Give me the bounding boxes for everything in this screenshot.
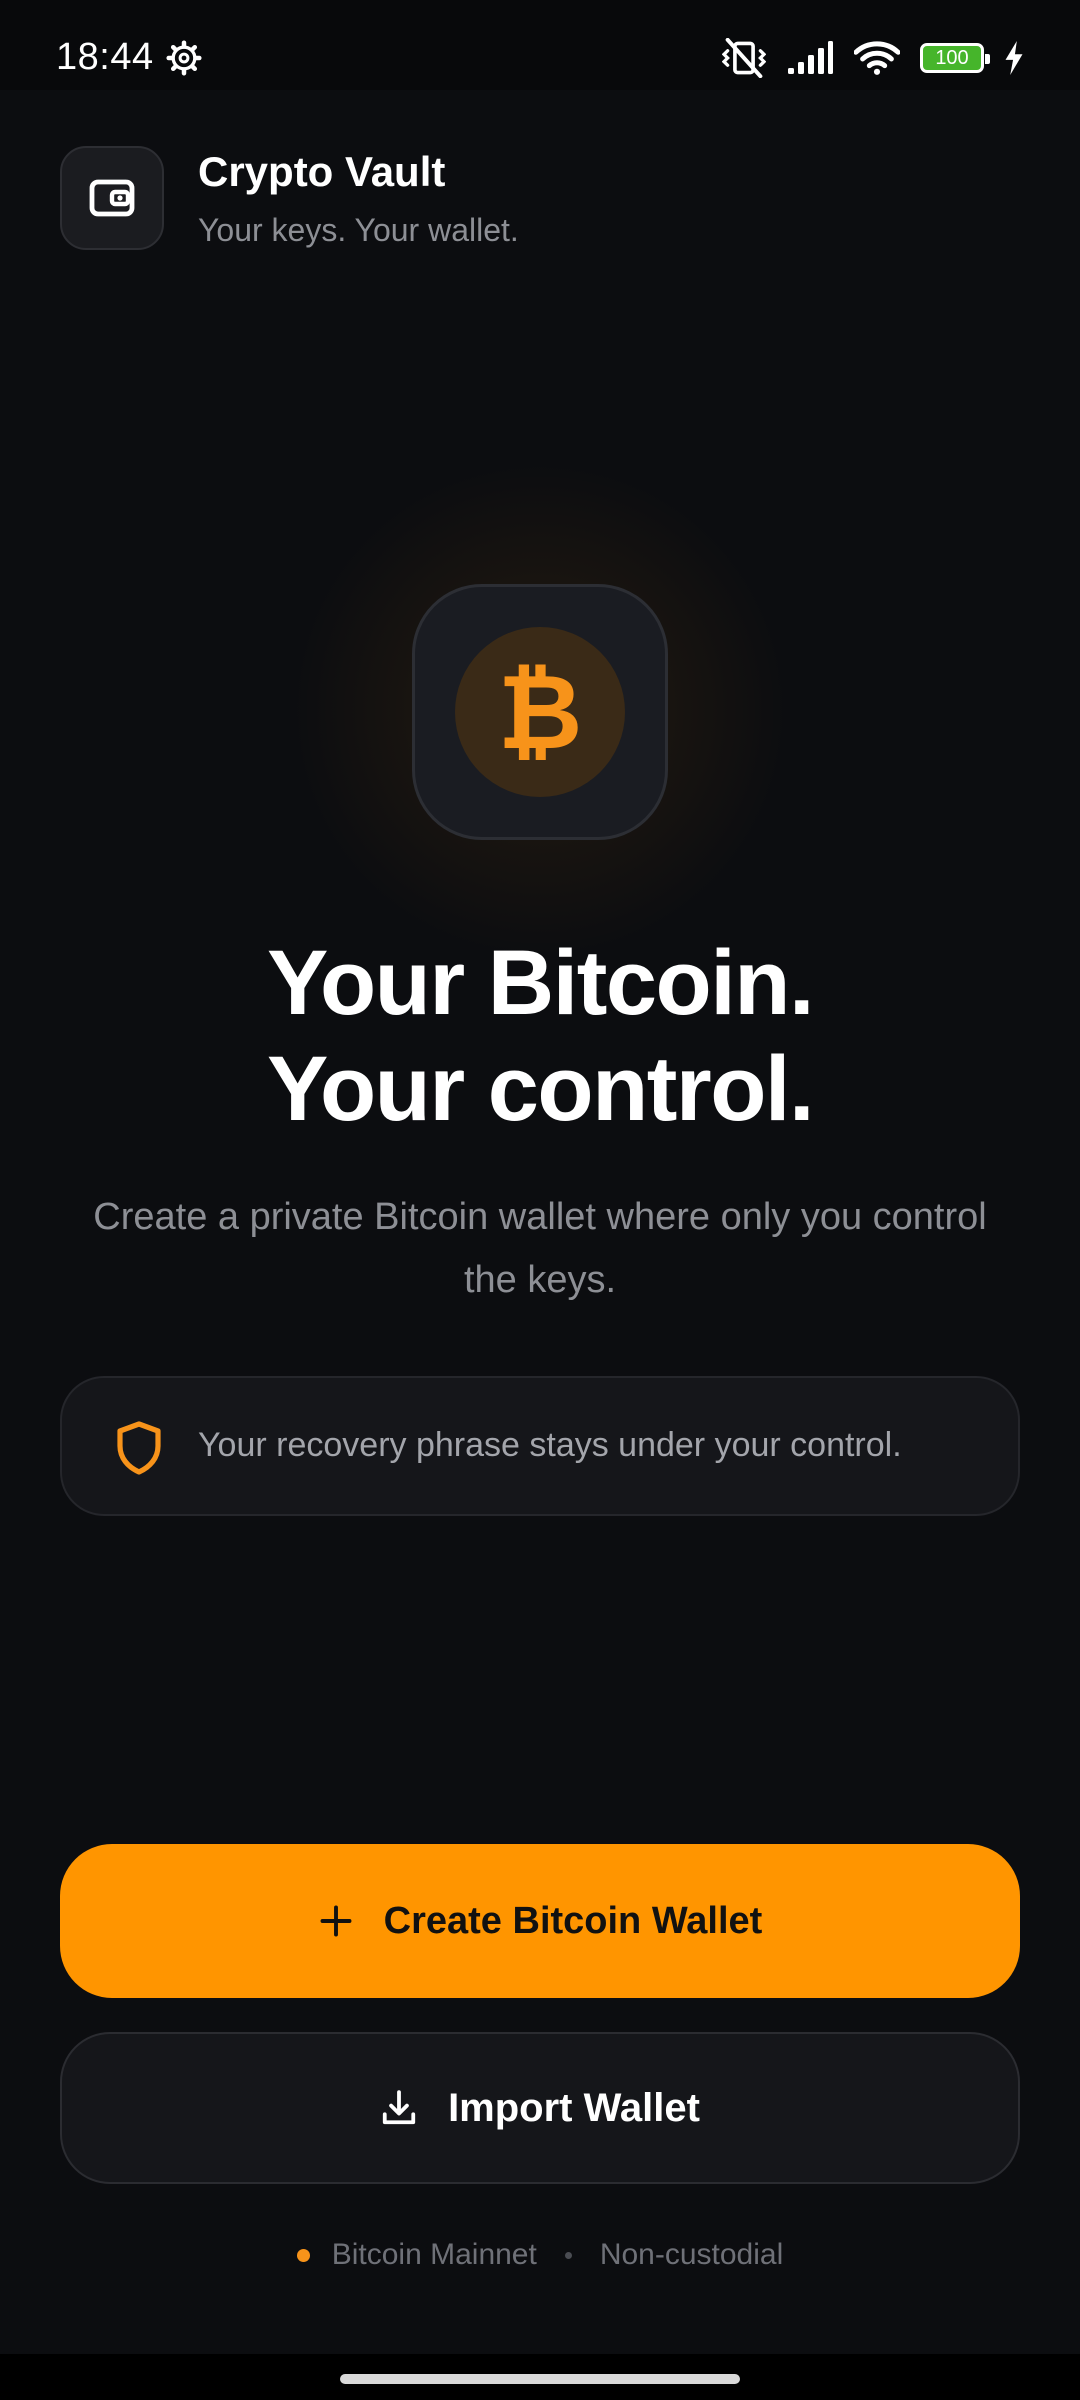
app-subtitle: Your keys. Your wallet. — [198, 212, 519, 248]
import-wallet-label: Import Wallet — [448, 2085, 700, 2130]
vibrate-off-icon — [722, 38, 766, 78]
plus-icon — [320, 1905, 352, 1937]
description: Create a private Bitcoin wallet where on… — [93, 1196, 987, 1301]
battery-level: 100 — [935, 47, 969, 69]
app-logo — [60, 146, 164, 250]
home-indicator[interactable] — [340, 2374, 740, 2384]
app-title: Crypto Vault — [198, 148, 446, 195]
status-bar: 18:44 100 — [0, 0, 1080, 90]
bitcoin-icon: ₿ — [455, 627, 625, 797]
headline-line-2: Your control. — [266, 1038, 815, 1140]
custody-label: Non-custodial — [599, 2238, 784, 2271]
charging-bolt-icon — [1005, 41, 1023, 75]
import-wallet-button[interactable]: Import Wallet — [60, 2032, 1020, 2184]
network-footer: Bitcoin Mainnet Non-custodial — [0, 2238, 1080, 2272]
settings-gear-icon — [166, 40, 202, 76]
recovery-info-card: Your recovery phrase stays under your co… — [60, 1376, 1020, 1516]
status-time: 18:44 — [56, 36, 154, 78]
wifi-icon — [854, 41, 900, 75]
shield-icon — [117, 1421, 161, 1475]
network-label: Bitcoin Mainnet — [331, 2238, 537, 2271]
footer-separator — [564, 2251, 572, 2259]
battery-icon: 100 — [920, 43, 990, 73]
headline-line-1: Your Bitcoin. — [266, 932, 815, 1034]
signal-icon — [788, 41, 833, 74]
download-icon — [382, 2090, 416, 2125]
recovery-info-text: Your recovery phrase stays under your co… — [198, 1426, 902, 1464]
headline: Your Bitcoin. Your control. — [0, 930, 1080, 1142]
create-bitcoin-wallet-label: Create Bitcoin Wallet — [383, 1899, 763, 1942]
create-bitcoin-wallet-button[interactable]: Create Bitcoin Wallet — [60, 1844, 1020, 1998]
wallet-icon — [89, 179, 135, 217]
app-screen: 18:44 100 Crypto Vault Your keys. Your w… — [0, 0, 1080, 2400]
network-status-dot — [296, 2248, 310, 2262]
bitcoin-symbol: ₿ — [497, 651, 583, 773]
status-icons: 100 — [722, 38, 1024, 78]
